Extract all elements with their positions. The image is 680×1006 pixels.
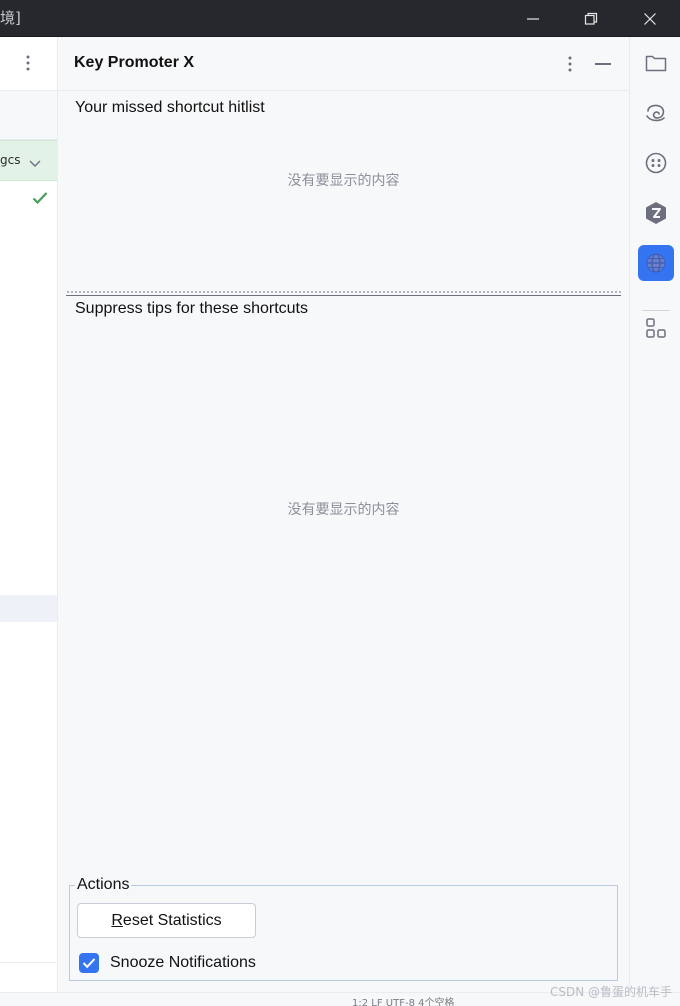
minimize-icon [527, 17, 539, 20]
ai-assistant-button[interactable] [638, 95, 674, 131]
actions-legend: Actions [75, 876, 132, 894]
close-icon [644, 12, 656, 25]
highlighted-line [0, 595, 57, 622]
reset-mnemonic: R [111, 911, 123, 929]
project-button[interactable] [638, 45, 674, 81]
splitter-line [66, 295, 621, 296]
chevron-down-icon[interactable] [29, 154, 41, 173]
status-text: 1:2 LF UTF-8 4个空格 [352, 998, 455, 1006]
key-promoter-globe-icon [646, 253, 666, 273]
title-bar: 境] [0, 0, 680, 37]
window-title: 境] [0, 9, 21, 27]
splitter-handle[interactable] [66, 288, 621, 298]
plugins-button[interactable] [638, 145, 674, 181]
restore-icon [584, 12, 598, 25]
close-button[interactable] [621, 0, 679, 37]
jetbrains-button[interactable] [638, 195, 674, 231]
hitlist-empty-text: 没有要显示的内容 [287, 173, 400, 189]
snooze-label: Snooze Notifications [110, 954, 256, 971]
checkmark-icon [82, 958, 96, 969]
hitlist-label: Your missed shortcut hitlist [75, 99, 265, 116]
divider [0, 962, 57, 963]
reset-label: eset Statistics [122, 911, 222, 929]
list-item-selected[interactable]: gcs [0, 140, 57, 181]
minimize-button[interactable] [504, 0, 562, 37]
structure-button[interactable] [638, 310, 674, 346]
suppress-empty-text: 没有要显示的内容 [287, 502, 400, 518]
restore-button[interactable] [562, 0, 620, 37]
plugin-dots-icon [645, 152, 667, 174]
splitter-grip [66, 290, 621, 294]
ai-assistant-swirl-icon [646, 104, 665, 122]
reset-statistics-button[interactable]: Reset Statistics [77, 903, 256, 938]
actions-group: Actions Reset Statistics Snooze Notifica… [69, 876, 618, 981]
suppress-label: Suppress tips for these shortcuts [75, 300, 308, 317]
key-promoter-tool-window: Key Promoter X Your missed shortcut hitl… [58, 37, 629, 992]
more-vertical-icon[interactable] [25, 53, 31, 77]
left-panel-header [0, 37, 57, 91]
project-folder-icon [645, 55, 667, 72]
list-item-label: gcs [0, 153, 21, 167]
jetbrains-logo-icon [646, 202, 666, 224]
right-toolbar [629, 37, 680, 992]
checkmark-icon [32, 190, 48, 209]
watermark-text: CSDN @鲁蛋的机车手 [549, 985, 672, 999]
left-panel-toolbar [0, 91, 57, 140]
tool-window-title: Key Promoter X [74, 54, 195, 71]
structure-blocks-icon [646, 318, 666, 338]
options-menu-icon[interactable] [563, 53, 577, 79]
left-panel: gcs [0, 37, 58, 1006]
snooze-notifications-option[interactable]: Snooze Notifications [79, 953, 256, 973]
tool-window-header: Key Promoter X [58, 37, 629, 91]
hide-panel-icon[interactable] [595, 63, 611, 65]
snooze-checkbox[interactable] [79, 953, 99, 973]
key-promoter-button[interactable] [638, 245, 674, 281]
